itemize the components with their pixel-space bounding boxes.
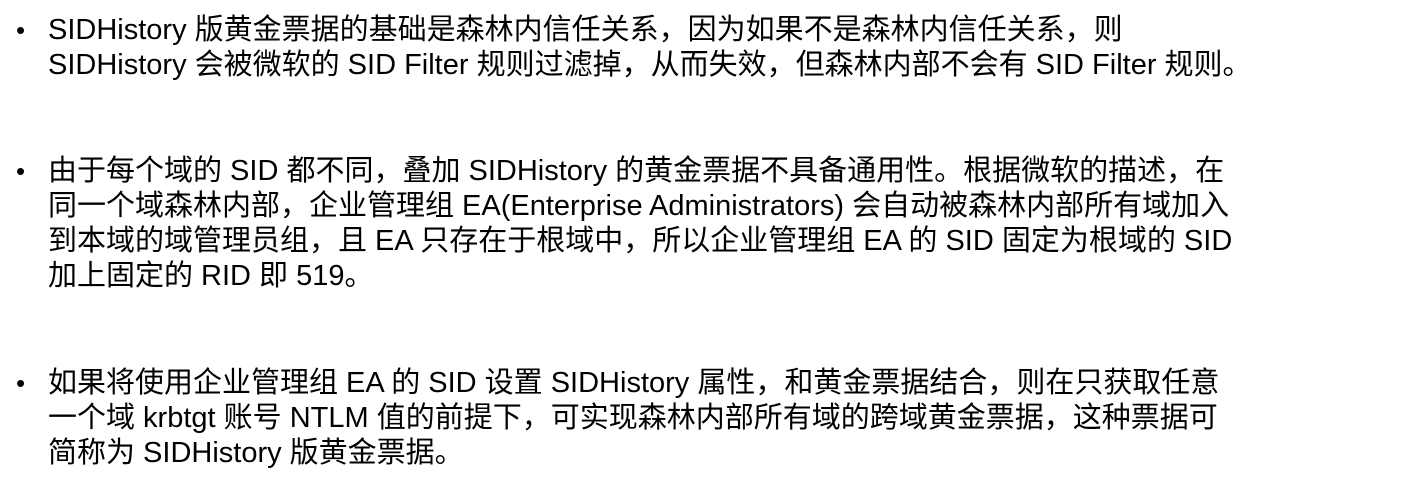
paragraph-line: 同一个域森林内部，企业管理组 EA(Enterprise Administrat… xyxy=(48,190,1230,222)
bullet-item-1: • SIDHistory 版黄金票据的基础是森林内信任关系，因为如果不是森林内信… xyxy=(14,13,1394,83)
bullet-marker: • xyxy=(16,156,26,186)
bullet-marker: • xyxy=(16,368,26,398)
paragraph-line: 简称为 SIDHistory 版黄金票据。 xyxy=(48,437,464,469)
bullet-paragraph: 如果将使用企业管理组 EA 的 SID 设置 SIDHistory 属性，和黄金… xyxy=(48,366,1394,471)
paragraph-line: SIDHistory 版黄金票据的基础是森林内信任关系，因为如果不是森林内信任关… xyxy=(48,14,1123,46)
bullet-paragraph: 由于每个域的 SID 都不同，叠加 SIDHistory 的黄金票据不具备通用性… xyxy=(48,154,1394,294)
paragraph-line: 一个域 krbtgt 账号 NTLM 值的前提下，可实现森林内部所有域的跨域黄金… xyxy=(48,402,1218,434)
paragraph-line: 到本域的域管理员组，且 EA 只存在于根域中，所以企业管理组 EA 的 SID … xyxy=(48,225,1233,257)
paragraph-line: 由于每个域的 SID 都不同，叠加 SIDHistory 的黄金票据不具备通用性… xyxy=(48,155,1225,187)
bullet-paragraph: SIDHistory 版黄金票据的基础是森林内信任关系，因为如果不是森林内信任关… xyxy=(48,13,1394,83)
paragraph-line: SIDHistory 会被微软的 SID Filter 规则过滤掉，从而失效，但… xyxy=(48,49,1252,81)
document-page: • SIDHistory 版黄金票据的基础是森林内信任关系，因为如果不是森林内信… xyxy=(0,0,1402,483)
bullet-marker: • xyxy=(16,15,26,45)
paragraph-line: 如果将使用企业管理组 EA 的 SID 设置 SIDHistory 属性，和黄金… xyxy=(48,367,1220,399)
bullet-item-2: • 由于每个域的 SID 都不同，叠加 SIDHistory 的黄金票据不具备通… xyxy=(14,154,1394,294)
paragraph-line: 加上固定的 RID 即 519。 xyxy=(48,260,374,292)
bullet-item-3: • 如果将使用企业管理组 EA 的 SID 设置 SIDHistory 属性，和… xyxy=(14,366,1394,471)
